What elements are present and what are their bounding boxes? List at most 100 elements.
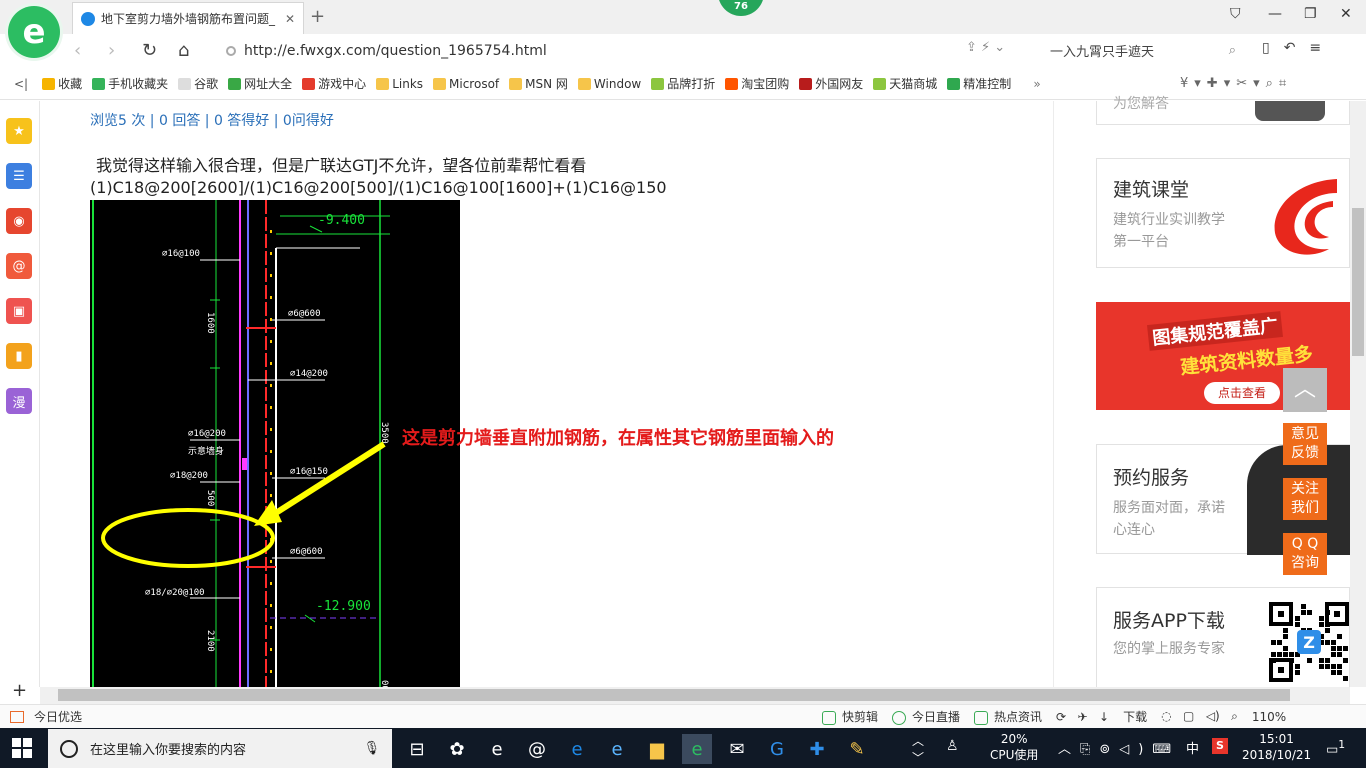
clock[interactable]: 15:01 2018/10/21 — [1242, 731, 1311, 763]
notes-icon[interactable]: ✎ — [842, 734, 872, 764]
zoom-level[interactable]: 110% — [1252, 710, 1286, 724]
question-text: 我觉得这样输入很合理，但是广联达GTJ不允许，望各位前辈帮忙看看 — [96, 156, 587, 175]
minimize-button[interactable]: — — [1268, 6, 1282, 22]
notification-center-button[interactable]: ▭1 — [1326, 738, 1345, 757]
vertical-scroll-thumb[interactable] — [1352, 208, 1364, 356]
weibo-icon[interactable]: ◉ — [6, 208, 32, 234]
taskbar-search[interactable]: 在这里输入你要搜索的内容 🎙 — [48, 729, 392, 768]
forward-button[interactable]: › — [108, 40, 115, 61]
status-item-quickcut[interactable]: 快剪辑 — [822, 708, 878, 725]
bookmark-item[interactable]: 淘宝团购 — [725, 75, 789, 92]
microphone-icon[interactable]: 🎙 — [363, 741, 380, 756]
back-button[interactable]: ‹ — [74, 40, 81, 61]
ie-browser-icon[interactable]: e — [482, 734, 512, 764]
restore-button[interactable]: ❐ — [1304, 6, 1317, 22]
edge-icon[interactable]: e — [562, 734, 592, 764]
bookmark-item[interactable]: 谷歌 — [178, 75, 218, 92]
toolbar-right-icons[interactable]: ▯↶≡ — [1262, 40, 1335, 56]
rebar-dot — [270, 296, 272, 299]
game-icon[interactable]: ▣ — [6, 298, 32, 324]
browser-360-icon[interactable]: e — [682, 734, 712, 764]
status-icons[interactable]: ⟳ ✈ ↓ — [1056, 710, 1109, 724]
bookmark-item[interactable]: 收藏 — [42, 75, 82, 92]
question-stats[interactable]: 浏览5 次 | 0 回答 | 0 答得好 | 0问得好 — [90, 110, 334, 130]
sidebar-add-button[interactable]: + — [12, 680, 27, 701]
comic-icon[interactable]: 漫 — [6, 388, 32, 414]
status-icons-2[interactable]: ◌ ▢ ◁) ⌕ — [1161, 709, 1238, 724]
status-item-live[interactable]: 今日直播 — [892, 708, 960, 725]
address-tools[interactable]: ⇪ ⚡ ⌄ — [966, 40, 1005, 55]
qq-consult-button[interactable]: Q Q 咨询 — [1283, 533, 1327, 575]
qr-module — [1325, 610, 1330, 615]
sidebar-toggle-icon[interactable]: <| — [14, 77, 28, 91]
sogou-icon[interactable]: S — [1212, 738, 1228, 754]
qr-module — [1271, 658, 1276, 663]
status-item-news[interactable]: 热点资讯 — [974, 708, 1042, 725]
tab-active[interactable]: 地下室剪力墙外墙钢筋布置问题_ ✕ — [72, 2, 304, 34]
status-item-label: 今日直播 — [912, 710, 961, 724]
reload-button[interactable]: ↻ — [142, 40, 157, 61]
new-tab-button[interactable]: + — [310, 6, 325, 27]
bookmark-item[interactable]: 外国网友 — [799, 75, 863, 92]
spiral-app-icon[interactable]: @ — [522, 734, 552, 764]
bookmark-item[interactable]: 天猫商城 — [873, 75, 937, 92]
bookmark-list: 收藏 手机收藏夹 谷歌 网址大全 游戏中心 Links Microsof MSN 网 Windo… — [42, 75, 1021, 92]
bookmark-icon — [228, 77, 242, 90]
site-info-icon[interactable] — [226, 46, 236, 56]
favorites-star-icon[interactable]: ★ — [6, 118, 32, 144]
bookmark-item[interactable]: 品牌打折 — [651, 75, 715, 92]
task-view-icon[interactable]: ⊟ — [402, 734, 432, 764]
app-icon[interactable]: ✿ — [442, 734, 472, 764]
bookmark-item[interactable]: Links — [376, 75, 423, 92]
plus-app-icon[interactable]: ✚ — [802, 734, 832, 764]
more-bookmarks-icon[interactable]: » — [1033, 77, 1040, 91]
today-picks[interactable]: 今日优选 — [10, 708, 82, 725]
promo-button[interactable]: 点击查看 — [1204, 382, 1280, 404]
card-app[interactable]: 服务APP下载 您的掌上服务专家 Z — [1096, 587, 1350, 687]
news-icon[interactable]: ☰ — [6, 163, 32, 189]
bookmark-item[interactable]: Microsof — [433, 75, 499, 92]
bookmark-item[interactable]: 精准控制 — [947, 75, 1011, 92]
tray-chevron[interactable]: ︿ ﹀ — [912, 732, 924, 766]
bookmark-label: 精准控制 — [963, 77, 1012, 91]
search-icon[interactable]: ⌕ — [1229, 43, 1236, 58]
mail-icon[interactable]: ✉ — [722, 734, 752, 764]
mail-icon[interactable]: @ — [6, 253, 32, 279]
reading-icon[interactable]: ▮ — [6, 343, 32, 369]
bookmark-item[interactable]: Window — [577, 75, 641, 92]
search-text: 一入九霄只手遮天 — [1050, 44, 1155, 60]
card-desc: 建筑行业实训教学第一平台 — [1113, 212, 1225, 250]
follow-button[interactable]: 关注 我们 — [1283, 478, 1327, 520]
status-item-download[interactable]: 下载 — [1123, 708, 1147, 725]
horizontal-scroll-thumb[interactable] — [58, 689, 1290, 701]
tab-close-icon[interactable]: ✕ — [285, 12, 295, 26]
tray-icons[interactable]: ︿⎘⊚◁)⌨ — [1058, 738, 1180, 757]
bookmark-tools[interactable]: ¥▾✚▾✂▾⌕⌗ — [1180, 76, 1292, 91]
file-explorer-icon[interactable]: ▆ — [642, 734, 672, 764]
qr-module — [1289, 652, 1294, 657]
close-button[interactable]: ✕ — [1340, 6, 1352, 22]
ime-indicator[interactable]: 中 — [1186, 738, 1199, 757]
back-to-top-button[interactable]: ︿ — [1283, 368, 1327, 412]
status-item-label: 热点资讯 — [994, 710, 1043, 724]
vertical-scrollbar[interactable] — [1350, 101, 1366, 687]
ie-icon[interactable]: e — [602, 734, 632, 764]
home-button[interactable]: ⌂ — [178, 40, 189, 61]
bookmark-item[interactable]: 游戏中心 — [302, 75, 366, 92]
bookmark-item[interactable]: 手机收藏夹 — [92, 75, 168, 92]
bookmark-item[interactable]: MSN 网 — [509, 75, 568, 92]
bookmark-icon — [651, 77, 665, 90]
browser-logo-icon[interactable]: e — [8, 6, 60, 58]
start-button[interactable] — [12, 738, 32, 758]
bookmark-item[interactable]: 网址大全 — [228, 75, 292, 92]
gift-icon — [10, 710, 24, 723]
people-icon[interactable]: ♙ — [946, 738, 959, 754]
card-course[interactable]: 建筑课堂 建筑行业实训教学第一平台 — [1096, 158, 1350, 268]
skin-icon[interactable]: ⛉ — [1230, 6, 1241, 22]
search-input[interactable]: 一入九霄只手遮天 ⌕ — [1040, 36, 1242, 64]
rebar-dot — [270, 406, 272, 409]
url-field[interactable]: http://e.fwxgx.com/question_1965754.html — [226, 38, 926, 64]
feedback-button[interactable]: 意见 反馈 — [1283, 423, 1327, 465]
cpu-meter[interactable]: 20% CPU使用 — [990, 731, 1038, 763]
g-app-icon[interactable]: G — [762, 734, 792, 764]
